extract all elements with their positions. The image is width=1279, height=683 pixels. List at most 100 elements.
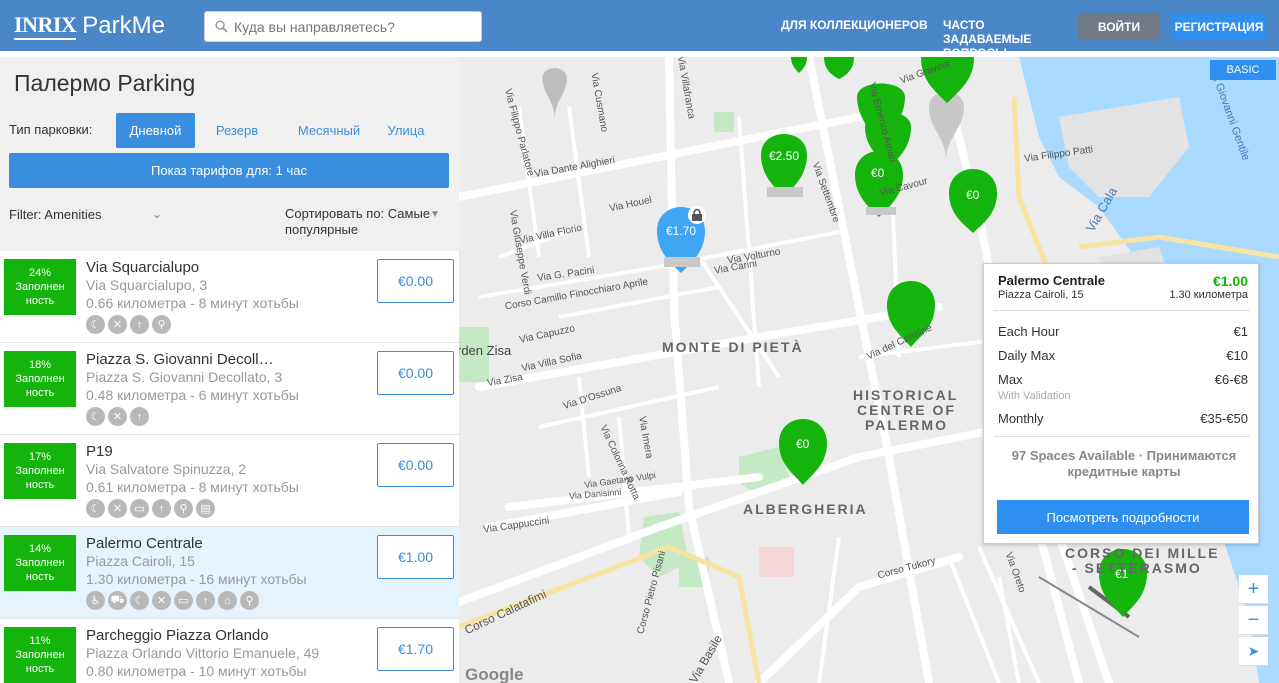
cash-icon: ▤ bbox=[196, 499, 215, 518]
no-entry-icon: ✕ bbox=[108, 499, 127, 518]
price-button[interactable]: €0.00 bbox=[377, 443, 454, 487]
occupancy-percent: 11% bbox=[29, 635, 51, 647]
parking-type-label: Тип парковки: bbox=[9, 122, 93, 137]
lot-address: Via Salvatore Spinuzza, 2 bbox=[86, 461, 247, 477]
register-button[interactable]: РЕГИСТРАЦИЯ bbox=[1172, 13, 1266, 40]
rate-value: €10 bbox=[1226, 348, 1248, 363]
no-entry-icon: ✕ bbox=[108, 407, 127, 426]
rate-value: €1 bbox=[1233, 324, 1248, 339]
occupancy-label: Заполнен ность bbox=[15, 649, 65, 675]
nav-collectors-link[interactable]: ДЛЯ КОЛЛЕКЦИОНЕРОВ bbox=[781, 18, 928, 32]
rate-duration-button[interactable]: Показ тарифов для: 1 час bbox=[9, 153, 449, 188]
google-logo: Google bbox=[465, 665, 524, 683]
app-name: ParkMe bbox=[82, 12, 165, 39]
occupancy-percent: 14% bbox=[28, 543, 52, 555]
occupancy-badge: 24% Заполнен ность bbox=[4, 259, 76, 315]
search-input[interactable] bbox=[234, 18, 474, 35]
basic-map-toggle[interactable]: BASIC bbox=[1210, 60, 1276, 80]
nav-faq-line-1: ЧАСТО bbox=[943, 18, 985, 32]
lot-name[interactable]: Palermo Centrale bbox=[86, 535, 203, 552]
view-details-button[interactable]: Посмотреть подробности bbox=[997, 500, 1249, 534]
occupancy-percent: 24% bbox=[28, 267, 52, 279]
map-marker-price[interactable]: €2.50 bbox=[769, 149, 799, 163]
chevron-down-icon[interactable]: ▼ bbox=[430, 209, 440, 220]
sort-select[interactable]: Сортировать по: Самые популярные bbox=[285, 206, 445, 238]
parking-meter-icon: ⚲ bbox=[174, 499, 193, 518]
tab-street[interactable]: Улица bbox=[378, 113, 434, 148]
rate-label: Max bbox=[998, 372, 1023, 387]
map-marker-price[interactable]: €0 bbox=[871, 166, 884, 180]
location-arrow-icon: ➤ bbox=[1247, 642, 1260, 659]
occupancy-label: Заполнен ность bbox=[15, 373, 65, 399]
moon-icon: ☾ bbox=[86, 407, 105, 426]
list-item[interactable]: 14% Заполнен ность Palermo Centrale Piazz… bbox=[0, 527, 459, 619]
zoom-out-button[interactable]: − bbox=[1239, 606, 1268, 635]
occupancy-label: Заполнен ность bbox=[15, 557, 65, 583]
district-label: - SETTERASMO bbox=[1072, 560, 1202, 576]
arrow-up-icon: ↑ bbox=[130, 315, 149, 334]
occupancy-badge: 14% Заполнен ность bbox=[4, 535, 76, 591]
parking-meter-icon: ⚲ bbox=[240, 591, 259, 610]
occupancy-badge: 11% Заполнен ность bbox=[4, 627, 76, 683]
price-button[interactable]: €1.00 bbox=[377, 535, 454, 579]
district-label: PALERMO bbox=[865, 417, 948, 433]
popup-price: €1.00 bbox=[1212, 273, 1248, 289]
park-label: rden Zisa bbox=[459, 343, 512, 358]
list-item[interactable]: 18% Заполнен ность Piazza S. Giovanni Dec… bbox=[0, 343, 459, 435]
map-marker-price[interactable]: €1.70 bbox=[666, 224, 696, 238]
top-bar: INRIX ParkMe ДЛЯ КОЛЛЕКЦИОНЕРОВ ЧАСТО ЗА… bbox=[0, 0, 1279, 60]
chevron-down-icon[interactable]: ⌄ bbox=[152, 207, 162, 221]
lot-name[interactable]: Piazza S. Giovanni Decoll… bbox=[86, 351, 274, 368]
lot-distance: 0.48 километра - 6 минут хотьбы bbox=[86, 387, 299, 403]
page-title: Палермо Parking bbox=[14, 70, 196, 96]
map-marker-price[interactable]: €0 bbox=[796, 437, 809, 451]
credit-card-icon: ▭ bbox=[174, 591, 193, 610]
district-label: MONTE DI PIETÀ bbox=[662, 339, 804, 355]
wheelchair-icon: ♿ bbox=[86, 591, 105, 610]
divider bbox=[994, 436, 1250, 437]
lot-name[interactable]: Via Squarcialupo bbox=[86, 259, 199, 276]
car-wash-icon: ⛟ bbox=[108, 591, 127, 610]
moon-icon: ☾ bbox=[130, 591, 149, 610]
list-item[interactable]: 24% Заполнен ность Via Squarcialupo Via S… bbox=[0, 251, 459, 343]
tab-daily[interactable]: Дневной bbox=[116, 113, 195, 148]
credit-card-icon: ▭ bbox=[130, 499, 149, 518]
district-label: HISTORICAL bbox=[853, 387, 959, 403]
logo[interactable]: INRIX ParkMe bbox=[14, 12, 165, 40]
list-item[interactable]: 17% Заполнен ность P19 Via Salvatore Spin… bbox=[0, 435, 459, 527]
price-button[interactable]: €1.70 bbox=[377, 627, 454, 671]
locate-me-button[interactable]: ➤ bbox=[1239, 637, 1268, 666]
zoom-in-button[interactable]: + bbox=[1239, 575, 1268, 604]
tab-reserve[interactable]: Резерв bbox=[203, 113, 271, 148]
occupancy-badge: 18% Заполнен ность bbox=[4, 351, 76, 407]
lot-address: Via Squarcialupo, 3 bbox=[86, 277, 208, 293]
amenities-row: ☾ ✕ ↑ bbox=[86, 407, 149, 426]
nav-faq-link[interactable]: ЧАСТО ЗАДАВАЕМЫЕ ВОПРОСЫ bbox=[943, 18, 1031, 60]
amenities-filter[interactable]: Filter: Amenities bbox=[9, 207, 101, 222]
lot-name[interactable]: P19 bbox=[86, 443, 113, 460]
divider bbox=[994, 310, 1250, 311]
popup-spaces: 97 Spaces Available · Принимаются кредит… bbox=[1011, 448, 1237, 479]
tab-monthly[interactable]: Месячный bbox=[287, 113, 371, 148]
district-label: ALBERGHERIA bbox=[743, 501, 868, 517]
search-box[interactable] bbox=[204, 11, 482, 42]
lot-info-popup: Palermo Centrale €1.00 Piazza Cairoli, 1… bbox=[983, 263, 1259, 544]
popup-distance: 1.30 километра bbox=[1169, 289, 1248, 301]
price-button[interactable]: €0.00 bbox=[377, 351, 454, 395]
lot-address: Piazza Cairoli, 15 bbox=[86, 553, 195, 569]
price-button[interactable]: €0.00 bbox=[377, 259, 454, 303]
occupancy-label: Заполнен ность bbox=[15, 281, 65, 307]
nav-faq-line-2: ЗАДАВАЕМЫЕ bbox=[943, 32, 1032, 46]
search-icon bbox=[215, 20, 228, 33]
amenities-row: ♿ ⛟ ☾ ✕ ▭ ↑ ⌂ ⚲ bbox=[86, 591, 259, 610]
occupancy-label: Заполнен ность bbox=[15, 465, 65, 491]
district-label: CORSO DEI MILLE bbox=[1065, 545, 1220, 561]
map-marker-price[interactable]: €0 bbox=[966, 188, 979, 202]
no-entry-icon: ✕ bbox=[108, 315, 127, 334]
login-button[interactable]: ВОЙТИ bbox=[1078, 13, 1160, 40]
rate-label: Daily Max bbox=[998, 348, 1056, 363]
rate-value: €6-€8 bbox=[1214, 372, 1248, 387]
lot-name[interactable]: Parcheggio Piazza Orlando bbox=[86, 627, 269, 644]
list-item[interactable]: 11% Заполнен ность Parcheggio Piazza Orla… bbox=[0, 619, 459, 683]
district-label: CENTRE OF bbox=[857, 402, 956, 418]
